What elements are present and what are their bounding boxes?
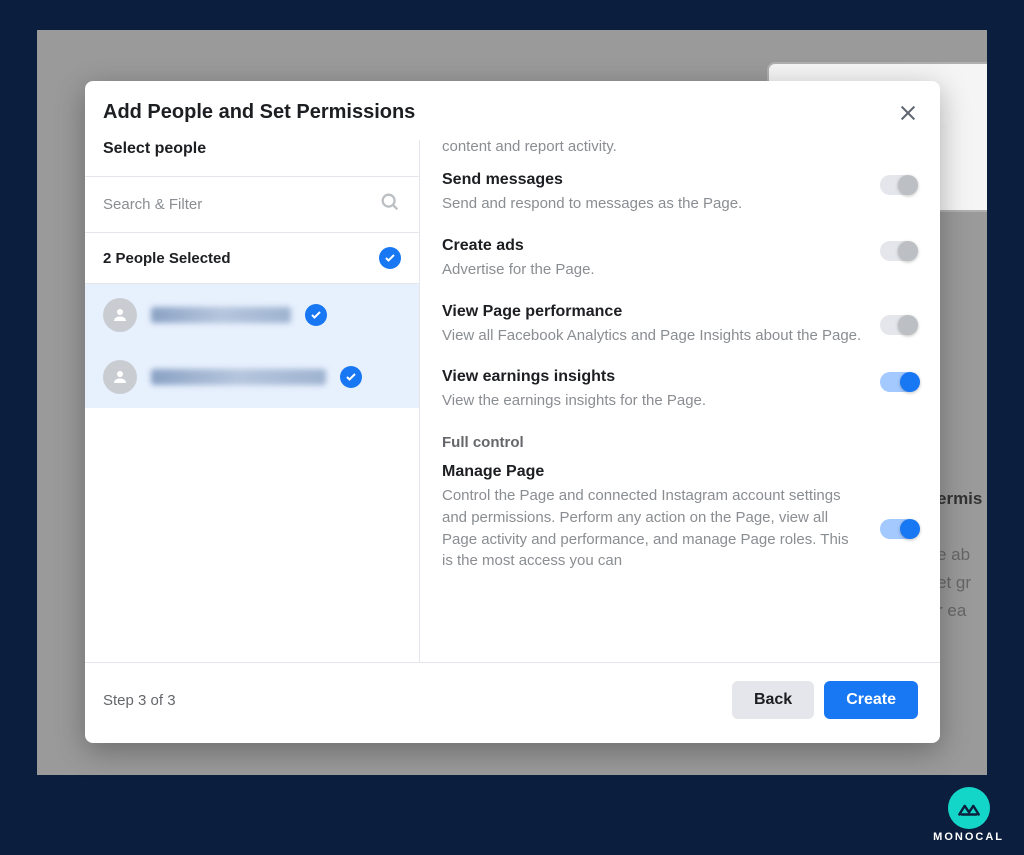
create-button[interactable]: Create (824, 681, 918, 719)
full-control-label: Full control (442, 434, 918, 451)
selected-count-label: 2 People Selected (103, 250, 231, 267)
toggle-earnings-insights[interactable] (880, 372, 918, 392)
person-name-redacted (151, 369, 326, 385)
search-icon (379, 191, 401, 218)
back-button[interactable]: Back (732, 681, 814, 719)
permission-title: Send messages (442, 171, 862, 189)
background-text: ermis e ab et gr r ea (937, 485, 987, 625)
permission-send-messages: Send messages Send and respond to messag… (442, 171, 918, 215)
people-panel: Select people Search & Filter 2 People S… (85, 140, 420, 662)
permissions-modal: Add People and Set Permissions Select pe… (85, 81, 940, 743)
list-item[interactable] (85, 346, 419, 408)
permission-desc: Send and respond to messages as the Page… (442, 193, 862, 215)
search-input[interactable]: Search & Filter (85, 176, 419, 233)
toggle-create-ads[interactable] (880, 241, 918, 261)
toggle-view-performance[interactable] (880, 315, 918, 335)
close-icon[interactable] (898, 103, 918, 123)
step-indicator: Step 3 of 3 (103, 692, 176, 709)
permission-desc: View the earnings insights for the Page. (442, 390, 862, 412)
permission-title: View earnings insights (442, 368, 862, 386)
permission-desc: Advertise for the Page. (442, 259, 862, 281)
brand-name: MONOCAL (933, 831, 1004, 843)
avatar (103, 298, 137, 332)
person-name-redacted (151, 307, 291, 323)
permission-manage-page: Manage Page Control the Page and connect… (442, 463, 918, 572)
permission-title: Create ads (442, 237, 862, 255)
avatar (103, 360, 137, 394)
brand-watermark: MONOCAL (933, 787, 1004, 843)
truncated-text: content and report activity. (442, 140, 918, 155)
selected-count-row[interactable]: 2 People Selected (85, 233, 419, 284)
toggle-send-messages[interactable] (880, 175, 918, 195)
permission-title: Manage Page (442, 463, 862, 481)
search-placeholder: Search & Filter (103, 196, 202, 213)
check-icon (379, 247, 401, 269)
permission-create-ads: Create ads Advertise for the Page. (442, 237, 918, 281)
permission-desc: Control the Page and connected Instagram… (442, 485, 862, 572)
check-icon (340, 366, 362, 388)
brand-logo-icon (948, 787, 990, 829)
permissions-panel: content and report activity. Send messag… (420, 140, 940, 662)
permission-title: View Page performance (442, 303, 862, 321)
toggle-manage-page[interactable] (880, 519, 918, 539)
permission-view-performance: View Page performance View all Facebook … (442, 303, 918, 347)
modal-title: Add People and Set Permissions (103, 101, 415, 124)
list-item[interactable] (85, 284, 419, 346)
permission-desc: View all Facebook Analytics and Page Ins… (442, 325, 862, 347)
permission-earnings-insights: View earnings insights View the earnings… (442, 368, 918, 412)
check-icon (305, 304, 327, 326)
select-people-label: Select people (85, 140, 419, 176)
